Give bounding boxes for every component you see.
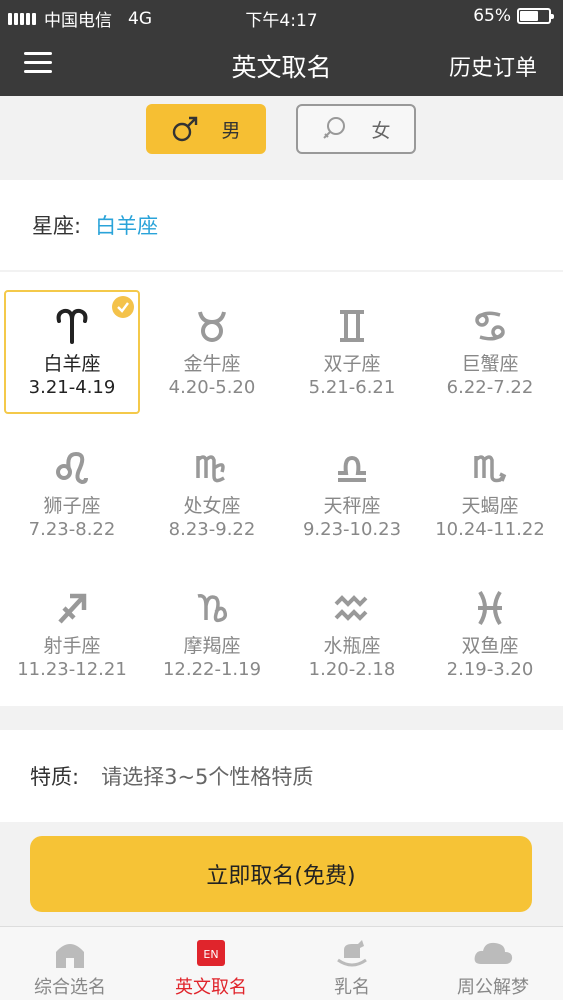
- male-icon: [173, 116, 198, 142]
- tab-label: 综合选名: [34, 977, 106, 998]
- zodiac-name: 双鱼座: [461, 635, 519, 657]
- traits-placeholder: 请选择3~5个性格特质: [101, 765, 314, 789]
- rocking-horse-icon: [337, 940, 367, 967]
- gender-selector: 男 女: [0, 96, 563, 180]
- zodiac-name: 双子座: [323, 353, 381, 375]
- female-icon: [323, 117, 346, 139]
- zodiac-dates: 1.20-2.18: [308, 659, 396, 680]
- zodiac-name: 白羊座: [43, 353, 101, 375]
- leo-icon: [56, 451, 88, 485]
- libra-icon: [338, 455, 366, 482]
- constellation-row: 星座: 白羊座: [0, 180, 563, 270]
- female-label: 女: [371, 119, 391, 142]
- male-label: 男: [221, 119, 241, 142]
- battery-icon: [517, 8, 554, 24]
- constellation-value: 白羊座: [95, 214, 159, 238]
- zodiac-name: 天蝎座: [461, 495, 519, 517]
- name-now-button[interactable]: 立即取名(免费): [30, 836, 532, 912]
- taurus-icon: [198, 311, 226, 342]
- scorpio-icon: [474, 455, 507, 483]
- zodiac-cell[interactable]: 天蝎座 10.24-11.22: [422, 432, 558, 556]
- zodiac-name: 巨蟹座: [461, 353, 519, 375]
- cancer-icon: [475, 311, 505, 341]
- female-button[interactable]: 女: [296, 104, 416, 154]
- constellation-label: 星座:: [32, 214, 82, 238]
- zodiac-name: 水瓶座: [323, 635, 381, 657]
- tab-label: 周公解梦: [457, 977, 529, 998]
- traits-label: 特质:: [30, 765, 80, 789]
- zodiac-cell[interactable]: 金牛座 4.20-5.20: [144, 290, 280, 414]
- gemini-icon: [340, 310, 364, 342]
- history-orders-button[interactable]: 历史订单: [449, 50, 537, 82]
- aries-icon: [56, 308, 88, 344]
- tab-label: 英文取名: [175, 977, 247, 998]
- cloud-icon: [474, 942, 513, 964]
- zodiac-cell[interactable]: 摩羯座 12.22-1.19: [144, 572, 280, 696]
- battery-percent: 65%: [473, 6, 511, 26]
- zodiac-dates: 12.22-1.19: [162, 659, 262, 680]
- sagittarius-icon: [58, 593, 87, 624]
- zodiac-dates: 9.23-10.23: [302, 519, 402, 540]
- traits-row[interactable]: 特质: 请选择3~5个性格特质: [0, 730, 563, 822]
- zodiac-dates: 5.21-6.21: [308, 377, 396, 398]
- zodiac-cell[interactable]: 水瓶座 1.20-2.18: [284, 572, 420, 696]
- zodiac-cell[interactable]: 白羊座 3.21-4.19: [4, 290, 140, 414]
- capricorn-icon: [197, 593, 228, 623]
- status-bar: 中国电信 4G 下午4:17 65%: [0, 0, 563, 32]
- zodiac-dates: 7.23-8.22: [28, 519, 116, 540]
- nav-bar: 英文取名 历史订单: [0, 32, 563, 96]
- zodiac-dates: 6.22-7.22: [446, 377, 534, 398]
- zodiac-cell[interactable]: 巨蟹座 6.22-7.22: [422, 290, 558, 414]
- zodiac-dates: 3.21-4.19: [28, 377, 116, 398]
- zodiac-name: 射手座: [43, 635, 101, 657]
- zodiac-cell[interactable]: 天秤座 9.23-10.23: [284, 432, 420, 556]
- zodiac-name: 摩羯座: [183, 635, 241, 657]
- check-icon: [112, 296, 134, 318]
- male-button[interactable]: 男: [146, 104, 266, 154]
- zodiac-dates: 8.23-9.22: [168, 519, 256, 540]
- house-icon: [56, 944, 84, 968]
- aquarius-icon: [334, 595, 368, 621]
- zodiac-dates: 10.24-11.22: [435, 519, 545, 540]
- zodiac-dates: 4.20-5.20: [168, 377, 256, 398]
- zodiac-name: 处女座: [183, 495, 241, 517]
- tab-comprehensive[interactable]: 综合选名: [0, 933, 140, 999]
- zodiac-dates: 2.19-3.20: [446, 659, 534, 680]
- en-badge-text: EN: [203, 948, 218, 961]
- zodiac-dates: 11.23-12.21: [17, 659, 127, 680]
- en-badge-icon: EN: [197, 940, 225, 966]
- zodiac-cell[interactable]: 狮子座 7.23-8.22: [4, 432, 140, 556]
- zodiac-name: 天秤座: [323, 495, 381, 517]
- zodiac-name: 狮子座: [43, 495, 101, 517]
- tab-label: 乳名: [334, 977, 370, 998]
- tab-english-name[interactable]: EN 英文取名: [141, 933, 281, 999]
- zodiac-cell[interactable]: 处女座 8.23-9.22: [144, 432, 280, 556]
- zodiac-cell[interactable]: 射手座 11.23-12.21: [4, 572, 140, 696]
- zodiac-cell[interactable]: 双子座 5.21-6.21: [284, 290, 420, 414]
- zodiac-grid: 白羊座 3.21-4.19 金牛座 4.20-5.20 双子座 5.21-6.21 巨蟹座 6…: [0, 272, 563, 706]
- tab-dream[interactable]: 周公解梦: [423, 933, 563, 999]
- zodiac-cell[interactable]: 双鱼座 2.19-3.20: [422, 572, 558, 696]
- tab-bar: 综合选名 EN 英文取名 乳名 周公解梦: [0, 926, 563, 1000]
- virgo-icon: [196, 455, 225, 483]
- tab-nickname[interactable]: 乳名: [282, 933, 422, 999]
- zodiac-name: 金牛座: [183, 353, 241, 375]
- pisces-icon: [478, 590, 502, 626]
